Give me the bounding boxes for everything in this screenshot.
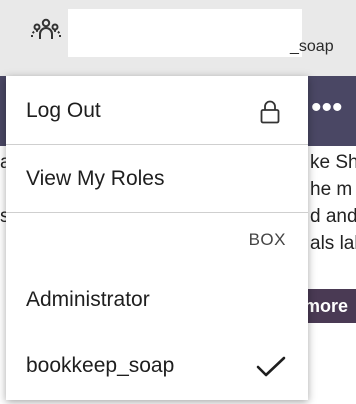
top-bar: _soap — [0, 0, 356, 76]
role-item-administrator[interactable]: Administrator — [6, 267, 308, 333]
bg-text-right-1: ke Shi — [310, 152, 356, 173]
view-roles-label: View My Roles — [26, 167, 165, 190]
menu-divider — [6, 144, 308, 145]
logout-label: Log Out — [26, 99, 101, 122]
lock-icon — [260, 100, 280, 124]
people-group-icon[interactable] — [30, 15, 62, 47]
bg-text-right-2: he m — [310, 179, 353, 200]
checkmark-icon — [256, 356, 286, 377]
more-horizontal-icon[interactable]: ••• — [311, 93, 343, 123]
bg-text-right-3: d and — [310, 206, 356, 227]
role-label: bookkeep_soap — [26, 354, 175, 377]
bg-text-right-4: als lal — [310, 233, 356, 254]
menu-divider — [6, 212, 308, 213]
username-redacted-box — [68, 9, 302, 57]
username-text[interactable]: _soap — [290, 38, 334, 56]
roles-section-label: BOX — [248, 230, 286, 249]
view-roles-menu-item[interactable]: View My Roles — [6, 146, 308, 212]
role-label: Administrator — [26, 288, 150, 311]
user-dropdown-menu: Log Out View My Roles BOX Administrator … — [6, 76, 308, 400]
logout-menu-item[interactable]: Log Out — [6, 78, 308, 144]
